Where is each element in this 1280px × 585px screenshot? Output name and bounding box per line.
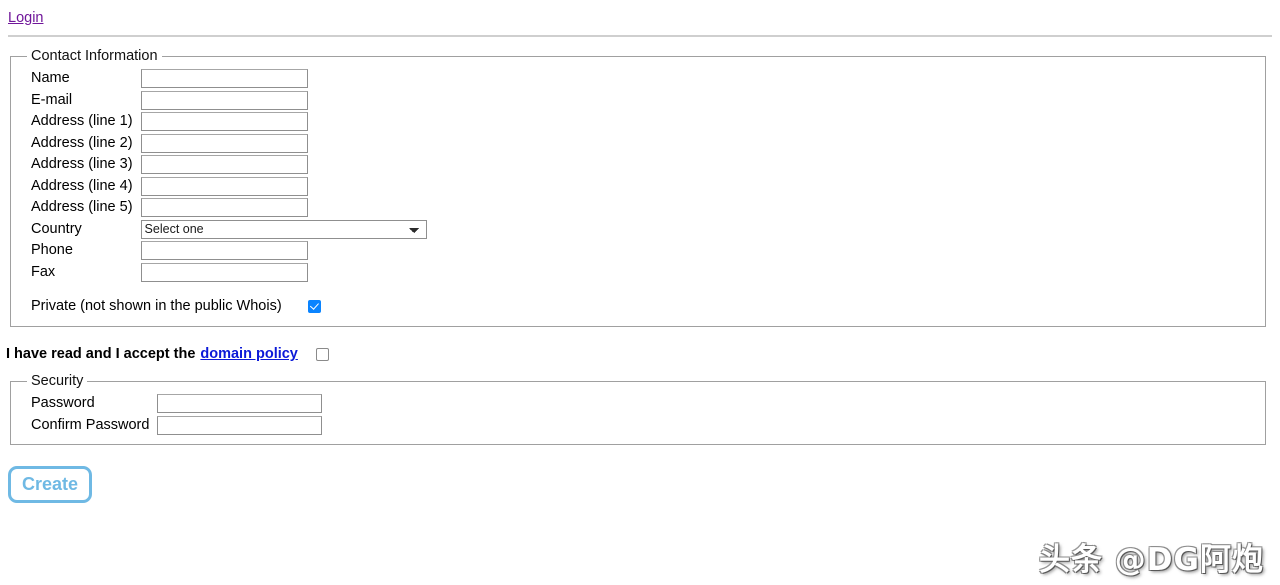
field-cell-address-line-5 [140,197,427,219]
country-select[interactable]: Select one [140,219,427,239]
login-link[interactable]: Login [8,10,43,26]
address-line-3-input[interactable] [140,155,308,175]
address-line-4-input[interactable] [140,176,308,196]
field-row-country: Country Select one [19,219,427,241]
contact-information-fieldset: Contact Information Name E-mail Address … [10,48,1266,327]
address-line-1-input[interactable] [140,112,308,132]
label-password: Password [31,395,95,411]
field-row-address-line-4: Address (line 4) [19,176,427,198]
field-cell-country: Select one [140,219,427,241]
field-row-phone: Phone [19,240,427,262]
phone-input[interactable] [140,241,308,261]
contact-information-legend: Contact Information [31,48,158,64]
label-confirm-password: Confirm Password [31,416,150,433]
field-row-fax: Fax [19,262,427,284]
label-fax: Fax [31,263,56,280]
accept-policy-checkbox[interactable] [315,347,329,361]
fax-input[interactable] [140,262,308,282]
field-cell-address-line-1 [140,111,427,133]
field-cell-email [140,90,427,112]
field-cell-address-line-2 [140,133,427,155]
contact-fields-table: Name E-mail Address (line 1) Address (li… [19,68,427,283]
field-cell-phone [140,240,427,262]
private-whois-checkbox[interactable] [307,299,321,313]
header-divider [8,35,1272,37]
name-input[interactable] [140,69,308,89]
field-row-address-line-3: Address (line 3) [19,154,427,176]
label-address-line-4: Address (line 4) [31,177,133,194]
label-address-line-3: Address (line 3) [31,156,133,172]
label-name: Name [31,70,70,86]
address-line-5-input[interactable] [140,198,308,218]
field-cell-address-line-4 [140,176,427,198]
label-phone: Phone [31,242,73,258]
address-line-2-input[interactable] [140,133,308,153]
label-country: Country [31,220,82,237]
watermark: 头条 @DG阿炮 [1039,542,1264,578]
field-row-address-line-1: Address (line 1) [19,111,427,133]
security-legend: Security [31,373,84,389]
security-fields-table: Password Confirm Password [19,393,323,437]
label-address-line-1: Address (line 1) [31,113,133,129]
confirm-password-input[interactable] [157,415,323,435]
field-row-password: Password [19,393,323,415]
field-row-address-line-2: Address (line 2) [19,133,427,155]
create-button[interactable]: Create [8,466,93,503]
field-cell-fax [140,262,427,284]
field-cell-password [157,393,323,415]
label-address-line-5: Address (line 5) [31,199,133,215]
actions-row: Create [8,466,1280,503]
field-row-address-line-5: Address (line 5) [19,197,427,219]
email-input[interactable] [140,90,308,110]
field-row-email: E-mail [19,90,427,112]
security-fieldset: Security Password Confirm Password [10,373,1266,445]
field-cell-confirm-password [157,415,323,437]
top-bar: Login [0,0,1280,26]
accept-policy-row: I have read and I accept the domain poli… [6,346,1280,362]
field-cell-name [140,68,427,90]
accept-policy-text: I have read and I accept the [6,346,196,362]
password-input[interactable] [157,394,323,414]
field-row-confirm-password: Confirm Password [19,415,323,437]
field-cell-address-line-3 [140,154,427,176]
private-whois-row: Private (not shown in the public Whois) [31,298,1257,314]
field-row-name: Name [19,68,427,90]
private-whois-label: Private (not shown in the public Whois) [31,298,282,314]
domain-policy-link[interactable]: domain policy [200,346,298,362]
label-address-line-2: Address (line 2) [31,134,133,151]
label-email: E-mail [31,91,73,108]
